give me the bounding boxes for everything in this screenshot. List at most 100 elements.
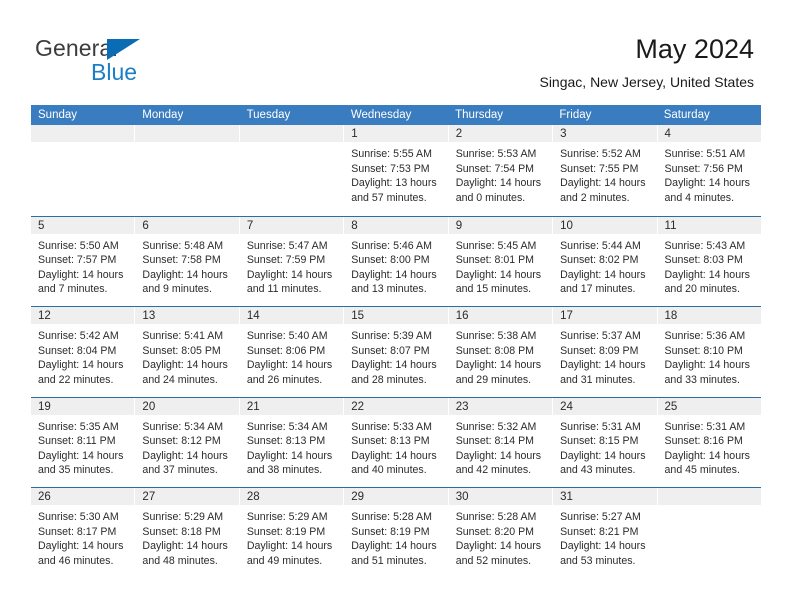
sunrise-time: Sunrise: 5:40 AM <box>246 330 328 342</box>
sunset-time: Sunset: 8:02 PM <box>560 254 639 267</box>
day-details: Sunrise: 5:52 AM Sunset: 7:55 PM Daylight:… <box>553 142 656 216</box>
daylight-duration: Daylight: 14 hours <box>455 359 542 372</box>
day-cell[interactable]: 23 Sunrise: 5:32 AM Sunset: 8:14 PM Dayligh… <box>448 397 554 488</box>
brand-name-general: General <box>35 35 118 61</box>
daylight-duration: Daylight: 14 hours <box>455 540 542 553</box>
calendar-page: General Blue May 2024 Singac, New Jersey… <box>0 0 792 612</box>
day-number: 18 <box>657 307 761 324</box>
day-number: 9 <box>448 216 553 234</box>
day-number: 23 <box>448 397 553 415</box>
day-cell[interactable]: 26 Sunrise: 5:30 AM Sunset: 8:17 PM Dayligh… <box>31 488 136 578</box>
daylight-duration-cont: and 22 minutes. <box>38 373 114 386</box>
daylight-duration-cont: and 45 minutes. <box>664 464 740 477</box>
sunset-time: Sunset: 8:03 PM <box>664 254 743 267</box>
day-cell[interactable]: 8 Sunrise: 5:46 AM Sunset: 8:00 PM Daylight… <box>344 216 449 306</box>
day-cell[interactable]: 22 Sunrise: 5:33 AM Sunset: 8:13 PM Dayligh… <box>344 397 449 487</box>
daylight-duration-cont: and 4 minutes. <box>664 191 735 204</box>
calendar-week-row: 1 Sunrise: 5:55 AM Sunset: 7:53 PM Daylight… <box>31 125 761 216</box>
day-cell[interactable]: 2 Sunrise: 5:53 AM Sunset: 7:54 PM Daylight… <box>448 125 554 216</box>
daylight-duration: Daylight: 14 hours <box>142 449 228 462</box>
day-cell[interactable]: 24 Sunrise: 5:31 AM Sunset: 8:15 PM Dayligh… <box>553 397 658 487</box>
daylight-duration: Daylight: 14 hours <box>351 359 437 372</box>
day-cell[interactable]: 27 Sunrise: 5:29 AM Sunset: 8:18 PM Dayligh… <box>135 488 240 578</box>
day-cell[interactable]: 18 Sunrise: 5:36 AM Sunset: 8:10 PM Dayligh… <box>657 307 761 397</box>
day-cell[interactable]: 15 Sunrise: 5:39 AM Sunset: 8:07 PM Dayligh… <box>344 307 449 397</box>
day-cell[interactable]: 10 Sunrise: 5:44 AM Sunset: 8:02 PM Dayligh… <box>553 216 658 306</box>
sunset-time: Sunset: 7:54 PM <box>455 162 535 175</box>
daylight-duration-cont: and 20 minutes. <box>664 283 740 296</box>
brand-name-blue: Blue <box>91 59 138 85</box>
day-details: Sunrise: 5:55 AM Sunset: 7:53 PM Daylight:… <box>344 142 447 216</box>
day-cell[interactable]: 16 Sunrise: 5:38 AM Sunset: 8:08 PM Dayligh… <box>448 307 554 397</box>
day-cell[interactable]: 7 Sunrise: 5:47 AM Sunset: 7:59 PM Daylight… <box>239 216 345 307</box>
day-cell[interactable]: 11 Sunrise: 5:43 AM Sunset: 8:03 PM Dayligh… <box>657 216 761 306</box>
day-cell[interactable]: 29 Sunrise: 5:28 AM Sunset: 8:19 PM Dayligh… <box>344 488 449 578</box>
day-number <box>135 125 239 142</box>
daylight-duration: Daylight: 14 hours <box>351 449 437 462</box>
sunset-time: Sunset: 7:58 PM <box>142 254 221 267</box>
day-cell[interactable]: 5 Sunrise: 5:50 AM Sunset: 7:57 PM Daylight… <box>31 216 136 306</box>
daylight-duration-cont: and 11 minutes. <box>246 283 322 296</box>
daylight-duration: Daylight: 14 hours <box>560 177 646 190</box>
daylight-duration: Daylight: 14 hours <box>142 268 228 281</box>
day-number <box>239 125 344 142</box>
day-cell[interactable]: 4 Sunrise: 5:51 AM Sunset: 7:56 PM Daylight… <box>657 125 761 216</box>
day-number: 11 <box>657 216 761 234</box>
day-cell[interactable]: 19 Sunrise: 5:35 AM Sunset: 8:11 PM Dayligh… <box>31 397 136 487</box>
sunset-time: Sunset: 8:13 PM <box>351 435 430 448</box>
day-cell[interactable]: 13 Sunrise: 5:41 AM Sunset: 8:05 PM Dayligh… <box>135 307 240 397</box>
daylight-duration-cont: and 28 minutes. <box>351 373 427 386</box>
sunset-time: Sunset: 8:17 PM <box>38 525 117 538</box>
day-number: 28 <box>239 488 344 505</box>
day-number: 15 <box>344 307 448 324</box>
day-number: 30 <box>448 488 553 505</box>
day-details: Sunrise: 5:47 AM Sunset: 7:59 PM Daylight:… <box>240 234 343 307</box>
day-cell-empty <box>657 488 761 578</box>
day-cell[interactable]: 28 Sunrise: 5:29 AM Sunset: 8:19 PM Dayligh… <box>239 488 345 578</box>
day-cell[interactable]: 14 Sunrise: 5:40 AM Sunset: 8:06 PM Dayligh… <box>239 307 345 397</box>
day-cell[interactable]: 9 Sunrise: 5:45 AM Sunset: 8:01 PM Daylight… <box>448 216 554 306</box>
sunrise-time: Sunrise: 5:32 AM <box>455 420 537 433</box>
sunrise-time: Sunrise: 5:28 AM <box>351 511 432 523</box>
daylight-duration-cont: and 33 minutes. <box>664 373 740 386</box>
day-cell[interactable]: 1 Sunrise: 5:55 AM Sunset: 7:53 PM Daylight… <box>344 125 449 216</box>
daylight-duration-cont: and 15 minutes. <box>455 283 532 296</box>
daylight-duration-cont: and 9 minutes. <box>142 283 212 296</box>
calendar-week-row: 12 Sunrise: 5:42 AM Sunset: 8:04 PM Dayligh… <box>31 306 761 397</box>
sunrise-time: Sunrise: 5:41 AM <box>142 330 224 342</box>
day-cell[interactable]: 25 Sunrise: 5:31 AM Sunset: 8:16 PM Dayligh… <box>657 397 761 487</box>
sunrise-time: Sunrise: 5:28 AM <box>455 511 537 523</box>
day-cell[interactable]: 3 Sunrise: 5:52 AM Sunset: 7:55 PM Daylight… <box>553 125 658 216</box>
daylight-duration: Daylight: 14 hours <box>246 268 333 281</box>
day-details: Sunrise: 5:53 AM Sunset: 7:54 PM Daylight:… <box>449 142 552 216</box>
day-number: 2 <box>448 125 553 142</box>
sunrise-time: Sunrise: 5:35 AM <box>38 420 119 433</box>
general-blue-logo[interactable]: General Blue <box>35 36 295 86</box>
day-details: Sunrise: 5:42 AM Sunset: 8:04 PM Daylight:… <box>31 324 134 397</box>
sunset-time: Sunset: 8:19 PM <box>246 525 326 538</box>
daylight-duration-cont: and 0 minutes. <box>455 191 526 204</box>
day-cell[interactable]: 30 Sunrise: 5:28 AM Sunset: 8:20 PM Dayligh… <box>448 488 554 578</box>
daylight-duration-cont: and 13 minutes. <box>351 283 427 296</box>
day-cell[interactable]: 17 Sunrise: 5:37 AM Sunset: 8:09 PM Dayligh… <box>553 307 658 397</box>
day-cell[interactable]: 12 Sunrise: 5:42 AM Sunset: 8:04 PM Dayligh… <box>31 307 136 397</box>
day-cell[interactable]: 21 Sunrise: 5:34 AM Sunset: 8:13 PM Dayligh… <box>239 397 345 488</box>
day-details <box>31 142 134 216</box>
daylight-duration: Daylight: 14 hours <box>142 359 228 372</box>
daylight-duration: Daylight: 14 hours <box>38 268 124 281</box>
day-cell[interactable]: 20 Sunrise: 5:34 AM Sunset: 8:12 PM Dayligh… <box>135 397 240 487</box>
daylight-duration: Daylight: 14 hours <box>38 540 124 553</box>
daylight-duration: Daylight: 14 hours <box>560 449 646 462</box>
daylight-duration-cont: and 51 minutes. <box>351 554 427 567</box>
day-details <box>240 142 343 216</box>
daylight-duration-cont: and 40 minutes. <box>351 464 427 477</box>
day-details: Sunrise: 5:34 AM Sunset: 8:13 PM Daylight:… <box>240 415 343 488</box>
sunrise-time: Sunrise: 5:29 AM <box>246 511 328 523</box>
sunset-time: Sunset: 8:19 PM <box>351 525 430 538</box>
day-cell[interactable]: 31 Sunrise: 5:27 AM Sunset: 8:21 PM Dayligh… <box>553 488 658 578</box>
day-cell[interactable]: 6 Sunrise: 5:48 AM Sunset: 7:58 PM Daylight… <box>135 216 240 306</box>
weekday-header-row: Sunday Monday Tuesday Wednesday Thursday… <box>31 105 761 125</box>
sunset-time: Sunset: 8:07 PM <box>351 344 430 357</box>
daylight-duration-cont: and 17 minutes. <box>560 283 636 296</box>
day-details: Sunrise: 5:32 AM Sunset: 8:14 PM Daylight:… <box>449 415 552 488</box>
